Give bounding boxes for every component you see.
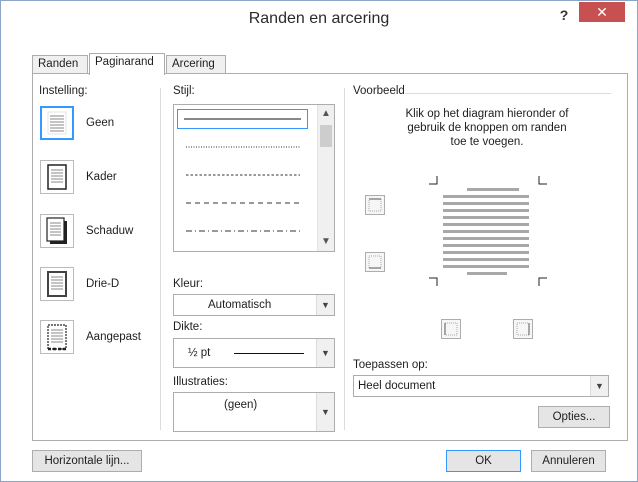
tab-randen-label: Randen bbox=[38, 58, 79, 70]
close-button[interactable]: ✕ bbox=[579, 2, 625, 22]
opties-button[interactable]: Opties... bbox=[538, 406, 610, 428]
divider-left bbox=[160, 88, 161, 430]
preview-diagram[interactable] bbox=[421, 174, 551, 288]
chevron-down-icon[interactable]: ▼ bbox=[316, 339, 334, 367]
kleur-value: Automatisch bbox=[208, 299, 272, 311]
bottom-border-icon bbox=[368, 255, 382, 269]
left-border-icon bbox=[444, 322, 458, 336]
instruction-line-1: Klik op het diagram hieronder of bbox=[405, 108, 569, 120]
right-border-icon bbox=[516, 322, 530, 336]
left-border-button[interactable] bbox=[441, 319, 461, 339]
kleur-dropdown[interactable]: Automatisch ▼ bbox=[173, 294, 335, 316]
setting-drie-d[interactable]: Drie-D bbox=[40, 267, 119, 301]
stijl-scrollbar[interactable]: ▲ ▼ bbox=[317, 105, 334, 251]
tab-arcering-label: Arcering bbox=[172, 58, 215, 70]
title-bar: Randen en arcering ? ✕ bbox=[1, 1, 637, 37]
chevron-down-icon[interactable]: ▼ bbox=[316, 393, 334, 431]
style-option-fine-dashed[interactable] bbox=[182, 165, 304, 185]
voorbeeld-label: Voorbeeld bbox=[353, 85, 405, 97]
toepassen-value: Heel document bbox=[358, 380, 436, 392]
top-border-button[interactable] bbox=[365, 195, 385, 215]
voorbeeld-instructions: Klik op het diagram hieronder of gebruik… bbox=[367, 107, 607, 149]
instruction-line-2: gebruik de knoppen om randen bbox=[407, 122, 567, 134]
setting-kader-icon bbox=[40, 160, 74, 194]
setting-aangepast[interactable]: Aangepast bbox=[40, 320, 141, 354]
setting-schaduw[interactable]: Schaduw bbox=[40, 214, 133, 248]
scroll-thumb[interactable] bbox=[320, 125, 332, 147]
borders-shading-dialog: Randen en arcering ? ✕ Randen Paginarand… bbox=[0, 0, 638, 482]
setting-geen-label: Geen bbox=[86, 117, 115, 129]
help-button[interactable]: ? bbox=[555, 7, 573, 27]
setting-aangepast-label: Aangepast bbox=[86, 331, 141, 343]
annuleren-button[interactable]: Annuleren bbox=[531, 450, 606, 472]
setting-kader[interactable]: Kader bbox=[40, 160, 117, 194]
style-option-dash-dot[interactable] bbox=[182, 221, 304, 241]
setting-schaduw-label: Schaduw bbox=[86, 225, 134, 237]
setting-aangepast-icon bbox=[40, 320, 74, 354]
toepassen-dropdown[interactable]: Heel document ▼ bbox=[353, 375, 609, 397]
setting-geen[interactable]: Geen bbox=[40, 106, 114, 140]
dikte-label: Dikte: bbox=[173, 321, 203, 333]
ok-button[interactable]: OK bbox=[446, 450, 521, 472]
paginarand-panel: Instelling: Geen Kader Schaduw Drie-D Aa… bbox=[32, 73, 628, 441]
illustraties-dropdown[interactable]: (geen) ▼ bbox=[173, 392, 335, 432]
bottom-border-button[interactable] bbox=[365, 252, 385, 272]
tab-paginarand-label: Paginarand bbox=[95, 56, 154, 68]
setting-drie-d-label: Drie-D bbox=[86, 278, 120, 290]
dikte-value: ½ pt bbox=[188, 347, 211, 359]
top-border-icon bbox=[368, 198, 382, 212]
dikte-dropdown[interactable]: ½ pt ▼ bbox=[173, 338, 335, 368]
instruction-line-3: toe te voegen. bbox=[450, 136, 524, 148]
dikte-line-preview bbox=[234, 353, 304, 354]
chevron-down-icon[interactable]: ▼ bbox=[316, 295, 334, 315]
tab-paginarand[interactable]: Paginarand bbox=[89, 53, 165, 75]
style-option-dotted[interactable] bbox=[182, 137, 304, 157]
style-option-solid[interactable] bbox=[177, 109, 308, 129]
setting-schaduw-icon bbox=[40, 214, 74, 248]
instelling-label: Instelling: bbox=[39, 85, 88, 97]
scroll-up-arrow-icon[interactable]: ▲ bbox=[318, 105, 334, 122]
style-option-dashed[interactable] bbox=[182, 193, 304, 213]
horizontale-lijn-button[interactable]: Horizontale lijn... bbox=[32, 450, 142, 472]
chevron-down-icon[interactable]: ▼ bbox=[590, 376, 608, 396]
voorbeeld-separator bbox=[405, 93, 611, 94]
illustraties-label: Illustraties: bbox=[173, 376, 228, 388]
right-border-button[interactable] bbox=[513, 319, 533, 339]
tab-randen[interactable]: Randen bbox=[32, 55, 88, 74]
window-title: Randen en arcering bbox=[248, 10, 390, 27]
illustraties-value: (geen) bbox=[224, 399, 258, 411]
stijl-listbox[interactable]: ▲ ▼ bbox=[173, 104, 335, 252]
divider-right bbox=[344, 88, 345, 430]
scroll-down-arrow-icon[interactable]: ▼ bbox=[318, 233, 334, 250]
tab-arcering[interactable]: Arcering bbox=[166, 55, 226, 74]
setting-drie-d-icon bbox=[40, 267, 74, 301]
setting-geen-icon bbox=[40, 106, 74, 140]
toepassen-label: Toepassen op: bbox=[353, 359, 428, 371]
kleur-label: Kleur: bbox=[173, 278, 204, 290]
setting-kader-label: Kader bbox=[86, 171, 117, 183]
stijl-label: Stijl: bbox=[173, 85, 195, 97]
